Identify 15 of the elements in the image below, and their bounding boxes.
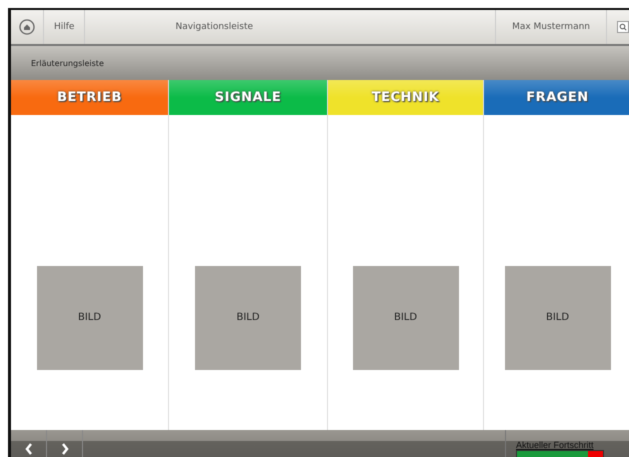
navigation-title: Navigationsleiste — [174, 22, 254, 32]
explanation-text: Erläuterungsleiste — [31, 58, 104, 68]
image-label: BILD — [394, 312, 418, 323]
help-link[interactable]: Hilfe — [44, 10, 86, 44]
chevron-left-icon — [24, 443, 32, 455]
category-tab[interactable]: FRAGEN — [484, 80, 629, 115]
image-label: BILD — [236, 312, 260, 323]
image-label: BILD — [78, 312, 102, 323]
image-label: BILD — [546, 312, 570, 323]
user-name[interactable]: Max Mustermann — [495, 10, 607, 44]
search-icon[interactable] — [617, 21, 629, 33]
progress-label: Aktueller Fortschritt — [516, 440, 594, 450]
chevron-right-icon — [60, 443, 68, 455]
category-tab[interactable]: BETRIEB — [11, 80, 168, 115]
home-icon[interactable] — [19, 19, 35, 35]
